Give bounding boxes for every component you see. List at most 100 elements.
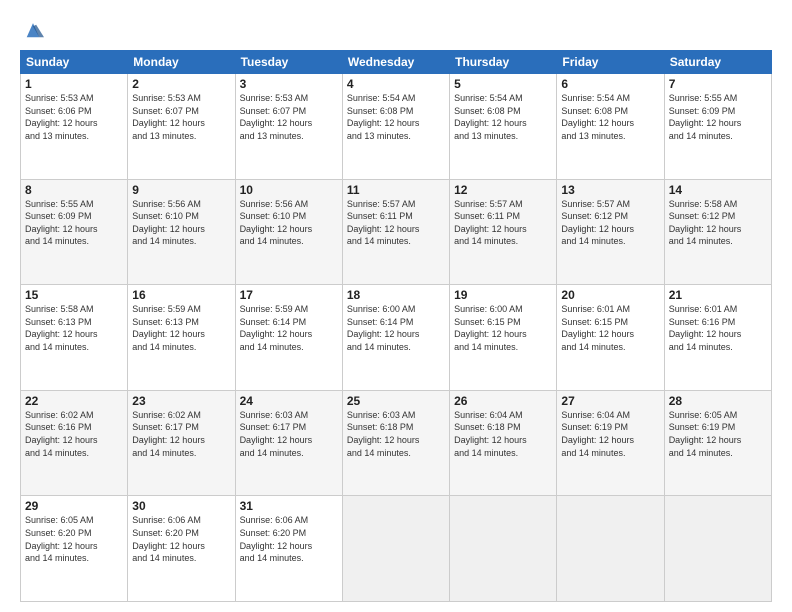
calendar-cell: 16Sunrise: 5:59 AM Sunset: 6:13 PM Dayli… [128, 285, 235, 391]
day-number: 30 [132, 499, 230, 513]
day-number: 29 [25, 499, 123, 513]
day-info: Sunrise: 6:01 AM Sunset: 6:15 PM Dayligh… [561, 303, 659, 353]
calendar-cell: 21Sunrise: 6:01 AM Sunset: 6:16 PM Dayli… [664, 285, 771, 391]
day-number: 28 [669, 394, 767, 408]
day-info: Sunrise: 6:06 AM Sunset: 6:20 PM Dayligh… [240, 514, 338, 564]
day-info: Sunrise: 5:54 AM Sunset: 6:08 PM Dayligh… [347, 92, 445, 142]
day-info: Sunrise: 6:03 AM Sunset: 6:18 PM Dayligh… [347, 409, 445, 459]
day-number: 26 [454, 394, 552, 408]
weekday-header-sunday: Sunday [21, 51, 128, 74]
calendar-cell: 20Sunrise: 6:01 AM Sunset: 6:15 PM Dayli… [557, 285, 664, 391]
calendar-cell: 7Sunrise: 5:55 AM Sunset: 6:09 PM Daylig… [664, 74, 771, 180]
logo [20, 20, 44, 42]
day-number: 25 [347, 394, 445, 408]
calendar-cell: 12Sunrise: 5:57 AM Sunset: 6:11 PM Dayli… [450, 179, 557, 285]
day-number: 8 [25, 183, 123, 197]
weekday-header-monday: Monday [128, 51, 235, 74]
day-info: Sunrise: 6:03 AM Sunset: 6:17 PM Dayligh… [240, 409, 338, 459]
day-info: Sunrise: 6:05 AM Sunset: 6:20 PM Dayligh… [25, 514, 123, 564]
day-number: 23 [132, 394, 230, 408]
header [20, 16, 772, 42]
day-number: 4 [347, 77, 445, 91]
calendar-body: 1Sunrise: 5:53 AM Sunset: 6:06 PM Daylig… [21, 74, 772, 602]
day-info: Sunrise: 5:58 AM Sunset: 6:13 PM Dayligh… [25, 303, 123, 353]
day-number: 31 [240, 499, 338, 513]
day-info: Sunrise: 5:59 AM Sunset: 6:13 PM Dayligh… [132, 303, 230, 353]
weekday-header-wednesday: Wednesday [342, 51, 449, 74]
weekday-header-tuesday: Tuesday [235, 51, 342, 74]
day-number: 9 [132, 183, 230, 197]
day-number: 16 [132, 288, 230, 302]
calendar-cell: 17Sunrise: 5:59 AM Sunset: 6:14 PM Dayli… [235, 285, 342, 391]
day-info: Sunrise: 5:55 AM Sunset: 6:09 PM Dayligh… [25, 198, 123, 248]
day-number: 11 [347, 183, 445, 197]
page: SundayMondayTuesdayWednesdayThursdayFrid… [0, 0, 792, 612]
calendar-cell: 1Sunrise: 5:53 AM Sunset: 6:06 PM Daylig… [21, 74, 128, 180]
day-number: 3 [240, 77, 338, 91]
calendar-cell: 9Sunrise: 5:56 AM Sunset: 6:10 PM Daylig… [128, 179, 235, 285]
calendar-cell: 30Sunrise: 6:06 AM Sunset: 6:20 PM Dayli… [128, 496, 235, 602]
calendar-cell [342, 496, 449, 602]
calendar-cell: 26Sunrise: 6:04 AM Sunset: 6:18 PM Dayli… [450, 390, 557, 496]
calendar-cell: 27Sunrise: 6:04 AM Sunset: 6:19 PM Dayli… [557, 390, 664, 496]
calendar-cell [450, 496, 557, 602]
day-number: 20 [561, 288, 659, 302]
day-info: Sunrise: 5:56 AM Sunset: 6:10 PM Dayligh… [132, 198, 230, 248]
day-number: 12 [454, 183, 552, 197]
weekday-header-friday: Friday [557, 51, 664, 74]
calendar-week-5: 29Sunrise: 6:05 AM Sunset: 6:20 PM Dayli… [21, 496, 772, 602]
day-info: Sunrise: 5:53 AM Sunset: 6:07 PM Dayligh… [132, 92, 230, 142]
calendar-cell: 15Sunrise: 5:58 AM Sunset: 6:13 PM Dayli… [21, 285, 128, 391]
calendar-cell: 3Sunrise: 5:53 AM Sunset: 6:07 PM Daylig… [235, 74, 342, 180]
day-number: 7 [669, 77, 767, 91]
day-number: 2 [132, 77, 230, 91]
day-number: 19 [454, 288, 552, 302]
calendar-cell: 11Sunrise: 5:57 AM Sunset: 6:11 PM Dayli… [342, 179, 449, 285]
calendar-cell: 10Sunrise: 5:56 AM Sunset: 6:10 PM Dayli… [235, 179, 342, 285]
day-number: 27 [561, 394, 659, 408]
day-number: 1 [25, 77, 123, 91]
calendar-cell: 5Sunrise: 5:54 AM Sunset: 6:08 PM Daylig… [450, 74, 557, 180]
calendar-cell: 18Sunrise: 6:00 AM Sunset: 6:14 PM Dayli… [342, 285, 449, 391]
weekday-header-thursday: Thursday [450, 51, 557, 74]
day-info: Sunrise: 5:57 AM Sunset: 6:11 PM Dayligh… [347, 198, 445, 248]
logo-icon [22, 20, 44, 42]
day-number: 21 [669, 288, 767, 302]
day-number: 15 [25, 288, 123, 302]
calendar-cell: 29Sunrise: 6:05 AM Sunset: 6:20 PM Dayli… [21, 496, 128, 602]
calendar-cell: 19Sunrise: 6:00 AM Sunset: 6:15 PM Dayli… [450, 285, 557, 391]
day-info: Sunrise: 5:53 AM Sunset: 6:07 PM Dayligh… [240, 92, 338, 142]
day-info: Sunrise: 6:04 AM Sunset: 6:19 PM Dayligh… [561, 409, 659, 459]
day-info: Sunrise: 6:00 AM Sunset: 6:14 PM Dayligh… [347, 303, 445, 353]
calendar-week-2: 8Sunrise: 5:55 AM Sunset: 6:09 PM Daylig… [21, 179, 772, 285]
day-info: Sunrise: 6:01 AM Sunset: 6:16 PM Dayligh… [669, 303, 767, 353]
day-info: Sunrise: 5:53 AM Sunset: 6:06 PM Dayligh… [25, 92, 123, 142]
day-number: 17 [240, 288, 338, 302]
day-number: 13 [561, 183, 659, 197]
day-info: Sunrise: 5:59 AM Sunset: 6:14 PM Dayligh… [240, 303, 338, 353]
calendar-cell: 14Sunrise: 5:58 AM Sunset: 6:12 PM Dayli… [664, 179, 771, 285]
calendar-cell: 25Sunrise: 6:03 AM Sunset: 6:18 PM Dayli… [342, 390, 449, 496]
calendar-cell [664, 496, 771, 602]
calendar-cell: 28Sunrise: 6:05 AM Sunset: 6:19 PM Dayli… [664, 390, 771, 496]
day-number: 18 [347, 288, 445, 302]
day-info: Sunrise: 5:55 AM Sunset: 6:09 PM Dayligh… [669, 92, 767, 142]
calendar-table: SundayMondayTuesdayWednesdayThursdayFrid… [20, 50, 772, 602]
calendar-week-3: 15Sunrise: 5:58 AM Sunset: 6:13 PM Dayli… [21, 285, 772, 391]
day-number: 24 [240, 394, 338, 408]
calendar-cell: 22Sunrise: 6:02 AM Sunset: 6:16 PM Dayli… [21, 390, 128, 496]
day-info: Sunrise: 5:54 AM Sunset: 6:08 PM Dayligh… [561, 92, 659, 142]
day-info: Sunrise: 5:54 AM Sunset: 6:08 PM Dayligh… [454, 92, 552, 142]
weekday-header-saturday: Saturday [664, 51, 771, 74]
calendar-week-1: 1Sunrise: 5:53 AM Sunset: 6:06 PM Daylig… [21, 74, 772, 180]
calendar-cell: 6Sunrise: 5:54 AM Sunset: 6:08 PM Daylig… [557, 74, 664, 180]
day-info: Sunrise: 6:05 AM Sunset: 6:19 PM Dayligh… [669, 409, 767, 459]
day-info: Sunrise: 6:02 AM Sunset: 6:17 PM Dayligh… [132, 409, 230, 459]
day-info: Sunrise: 5:57 AM Sunset: 6:11 PM Dayligh… [454, 198, 552, 248]
calendar-cell: 4Sunrise: 5:54 AM Sunset: 6:08 PM Daylig… [342, 74, 449, 180]
calendar-cell: 24Sunrise: 6:03 AM Sunset: 6:17 PM Dayli… [235, 390, 342, 496]
day-info: Sunrise: 5:58 AM Sunset: 6:12 PM Dayligh… [669, 198, 767, 248]
day-info: Sunrise: 5:57 AM Sunset: 6:12 PM Dayligh… [561, 198, 659, 248]
calendar-cell: 31Sunrise: 6:06 AM Sunset: 6:20 PM Dayli… [235, 496, 342, 602]
day-number: 5 [454, 77, 552, 91]
